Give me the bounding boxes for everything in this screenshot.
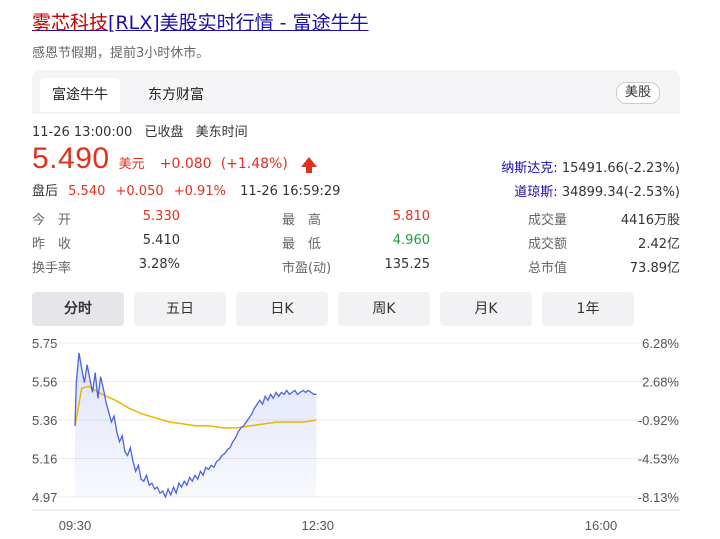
tab-eastmoney[interactable]: 东方财富	[136, 78, 216, 112]
stat-market-cap: 总市值	[528, 257, 567, 276]
tab-weekly-k[interactable]: 周K	[338, 292, 430, 326]
stat-turnover-value: 2.42亿	[638, 237, 680, 252]
source-tabs-bar: 富途牛牛 东方财富 美股	[32, 70, 680, 114]
stock-name: 雾芯科技	[32, 12, 109, 34]
stat-pe-value: 135.25	[384, 257, 431, 272]
after-hours-row: 盘后 5.540 +0.050 +0.91% 11-26 16:59:29	[32, 180, 340, 199]
after-hours-change-pct: +0.91%	[173, 184, 226, 199]
y-right-tick-label: 2.68%	[642, 375, 679, 390]
holiday-notice: 感恩节假期，提前3小时休市。	[32, 46, 210, 61]
stat-prev-close: 昨 收	[32, 233, 71, 252]
price-row: 5.490 美元 +0.080 (+1.48%)	[32, 142, 317, 176]
index-name: 道琼斯:	[514, 185, 558, 200]
intraday-chart[interactable]: 5.75 5.56 5.36 5.16 4.97 6.28% 2.68% -0.92% -4.…	[0, 330, 720, 539]
stat-open: 今 开	[32, 209, 71, 228]
page-title-link[interactable]: 雾芯科技[RLX]美股实时行情 - 富途牛牛	[32, 8, 369, 35]
stat-label: 今 开	[32, 213, 72, 228]
tab-daily-k[interactable]: 日K	[236, 292, 328, 326]
quote-status-line: 11-26 13:00:00 已收盘 美东时间	[32, 121, 256, 140]
y-right-tick-label: 6.28%	[642, 336, 679, 351]
y-axis-left: 5.75 5.56 5.36 5.16 4.97	[32, 336, 57, 505]
y-right-tick-label: -4.53%	[638, 452, 680, 467]
after-hours-price: 5.540	[68, 184, 106, 199]
price-change-pct: (+1.48%)	[220, 156, 288, 172]
stat-low: 最 低	[282, 233, 321, 252]
currency-label: 美元	[118, 157, 145, 172]
tab-one-year[interactable]: 1年	[542, 292, 634, 326]
y-right-tick-label: -8.13%	[638, 490, 680, 505]
tab-intraday[interactable]: 分时	[32, 292, 124, 326]
index-value: 15491.66(-2.23%)	[561, 161, 680, 176]
stat-label: 换手率	[32, 261, 72, 276]
stat-label: 最 高	[282, 213, 322, 228]
stat-volume: 成交量	[528, 209, 567, 228]
index-nasdaq[interactable]: 纳斯达克: 15491.66(-2.23%)	[501, 157, 680, 176]
index-name: 纳斯达克:	[501, 161, 558, 176]
stat-label: 成交额	[528, 237, 568, 252]
stat-label: 最 低	[282, 237, 322, 252]
stat-low-value: 4.960	[392, 233, 430, 248]
after-hours-change: +0.050	[115, 184, 164, 199]
y-right-tick-label: -0.92%	[638, 413, 680, 428]
y-tick-label: 5.75	[32, 336, 57, 351]
y-tick-label: 5.16	[32, 452, 57, 467]
y-axis-right: 6.28% 2.68% -0.92% -4.53% -8.13%	[638, 336, 680, 505]
timezone-label: 美东时间	[195, 125, 248, 140]
stat-label: 昨 收	[32, 237, 72, 252]
stat-volume-value: 4416万股	[620, 213, 680, 228]
up-arrow-icon	[300, 157, 317, 173]
stat-label: 成交量	[528, 213, 568, 228]
y-tick-label: 5.36	[32, 413, 57, 428]
y-tick-label: 5.56	[32, 375, 57, 390]
after-hours-label: 盘后	[32, 184, 59, 199]
stat-turnover-rate-value: 3.28%	[138, 257, 180, 272]
market-state: 已收盘	[144, 125, 184, 140]
market-badge[interactable]: 美股	[615, 82, 660, 104]
stat-turnover: 成交额	[528, 233, 567, 252]
y-tick-label: 4.97	[32, 490, 57, 505]
x-axis: 09:30 12:30 16:00	[59, 518, 618, 533]
current-price: 5.490	[32, 142, 110, 175]
price-change: +0.080	[159, 156, 212, 172]
after-hours-time: 11-26 16:59:29	[240, 184, 341, 199]
stat-high: 最 高	[282, 209, 321, 228]
stat-pe: 市盈(动)	[282, 257, 331, 276]
stat-label: 总市值	[528, 261, 568, 276]
stat-label: 市盈(动)	[282, 261, 332, 276]
stat-turnover-rate: 换手率	[32, 257, 71, 276]
tab-monthly-k[interactable]: 月K	[440, 292, 532, 326]
stat-prev-close-value: 5.410	[142, 233, 180, 248]
tab-futu[interactable]: 富途牛牛	[40, 78, 120, 112]
tab-five-day[interactable]: 五日	[134, 292, 226, 326]
stat-high-value: 5.810	[392, 209, 430, 224]
quote-datetime: 11-26 13:00:00	[32, 125, 133, 140]
index-value: 34899.34(-2.53%)	[561, 185, 680, 200]
title-rest: [RLX]美股实时行情 - 富途牛牛	[108, 12, 369, 34]
index-dow[interactable]: 道琼斯: 34899.34(-2.53%)	[514, 181, 680, 200]
stat-open-value: 5.330	[142, 209, 180, 224]
x-tick-label: 16:00	[585, 518, 618, 533]
x-tick-label: 09:30	[59, 518, 92, 533]
stat-market-cap-value: 73.89亿	[629, 261, 680, 276]
x-tick-label: 12:30	[301, 518, 334, 533]
